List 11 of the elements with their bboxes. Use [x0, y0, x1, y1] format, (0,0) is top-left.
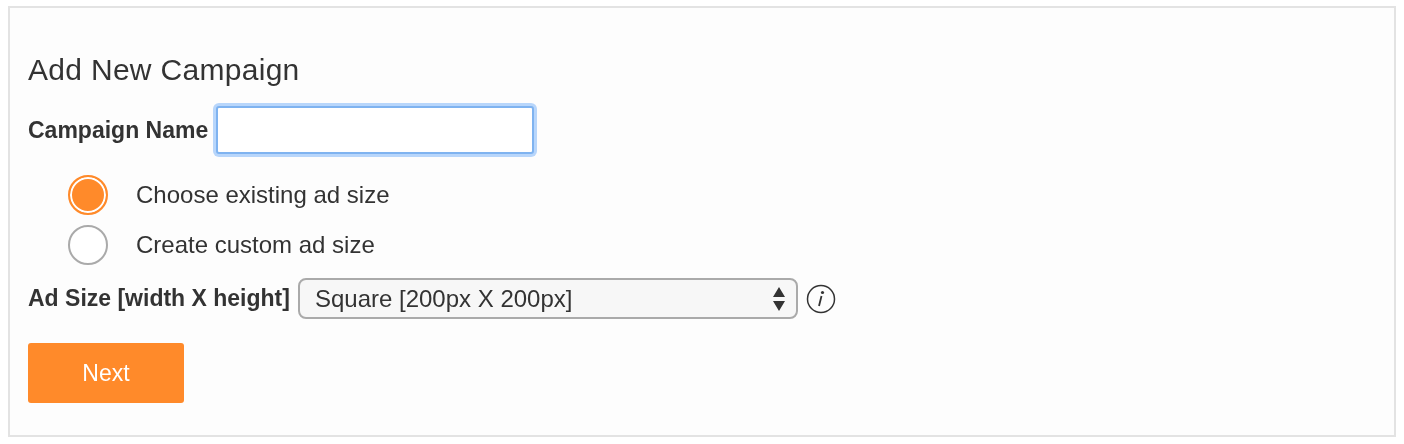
- info-icon[interactable]: [805, 283, 836, 314]
- page-title: Add New Campaign: [28, 52, 301, 88]
- radio-button[interactable]: [68, 225, 108, 265]
- option-label[interactable]: Create custom ad size: [136, 227, 375, 263]
- field-label: Ad Size [width X height]: [28, 284, 290, 314]
- option-label[interactable]: Choose existing ad size: [136, 177, 390, 213]
- radio-button[interactable]: [68, 175, 108, 215]
- field-label: Campaign Name: [28, 115, 209, 145]
- campaign-name-field[interactable]: [216, 106, 535, 154]
- spinner-arrows-icon: [771, 285, 786, 312]
- ad-size-select[interactable]: Square [200px X 200px]: [297, 278, 798, 319]
